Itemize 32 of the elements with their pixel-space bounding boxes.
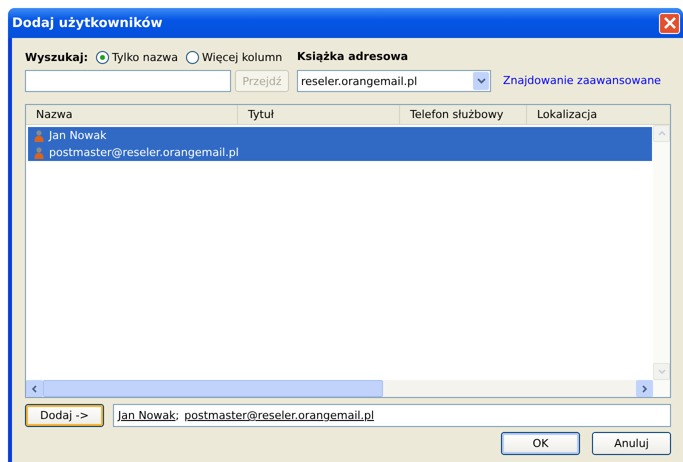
dialog-button[interactable]: OK	[501, 432, 580, 455]
column-header[interactable]: Nazwa	[26, 105, 238, 124]
person-icon	[34, 146, 44, 158]
search-field[interactable]	[25, 70, 231, 92]
separator: ;	[176, 409, 180, 422]
window-title: Dodaj użytkowników	[12, 16, 162, 30]
dialog-button[interactable]: Anuluj	[592, 432, 671, 455]
scroll-thumb[interactable]	[43, 380, 383, 397]
person-icon	[34, 130, 44, 142]
scroll-right-button[interactable]	[636, 380, 653, 397]
list-row[interactable]: postmaster@reseler.orangemail.pl	[28, 144, 652, 161]
scroll-up-button[interactable]	[653, 125, 670, 142]
radio-option[interactable]: Tylko nazwa	[96, 50, 178, 64]
radio-option[interactable]: Więcej kolumn	[186, 50, 282, 64]
recipient-name[interactable]: postmaster@reseler.orangemail.pl	[184, 409, 374, 422]
list-row[interactable]: Jan Nowak	[28, 127, 652, 144]
address-book-dropdown[interactable]: reseler.orangemail.pl	[297, 70, 491, 92]
column-header[interactable]: Tytuł	[238, 105, 400, 124]
recipients-field[interactable]: Jan Nowak; postmaster@reseler.orangemail.pl	[113, 404, 671, 427]
column-header[interactable]: Lokalizacja	[527, 105, 657, 124]
search-label: Wyszukaj:	[25, 50, 88, 64]
recipient-name[interactable]: Jan Nowak	[118, 409, 176, 422]
advanced-search-link[interactable]: Znajdowanie zaawansowane	[503, 70, 661, 92]
add-button[interactable]: Dodaj ->	[25, 404, 104, 427]
column-header[interactable]: Telefon służbowy	[400, 105, 527, 124]
address-book-label: Książka adresowa	[297, 49, 410, 65]
horizontal-scrollbar[interactable]	[26, 380, 653, 397]
close-button[interactable]	[659, 12, 680, 34]
close-icon	[664, 17, 676, 29]
dropdown-icon	[473, 72, 489, 90]
vertical-scrollbar[interactable]	[653, 125, 670, 397]
scroll-left-button[interactable]	[26, 380, 43, 397]
